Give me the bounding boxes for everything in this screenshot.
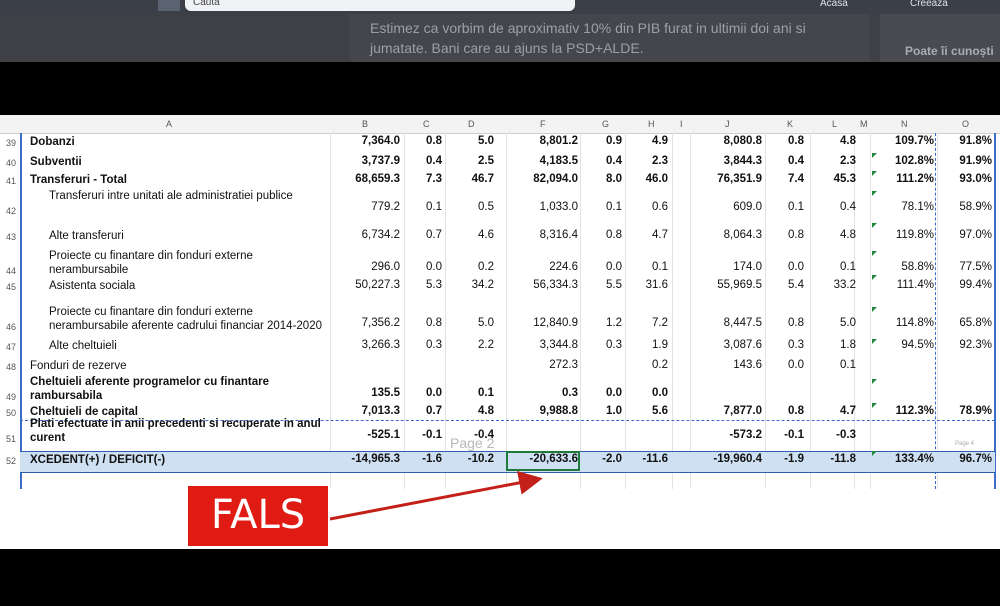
red-arrow-icon [329, 471, 543, 521]
fals-stamp: FALS [188, 486, 328, 546]
fals-label: FALS [210, 492, 306, 538]
